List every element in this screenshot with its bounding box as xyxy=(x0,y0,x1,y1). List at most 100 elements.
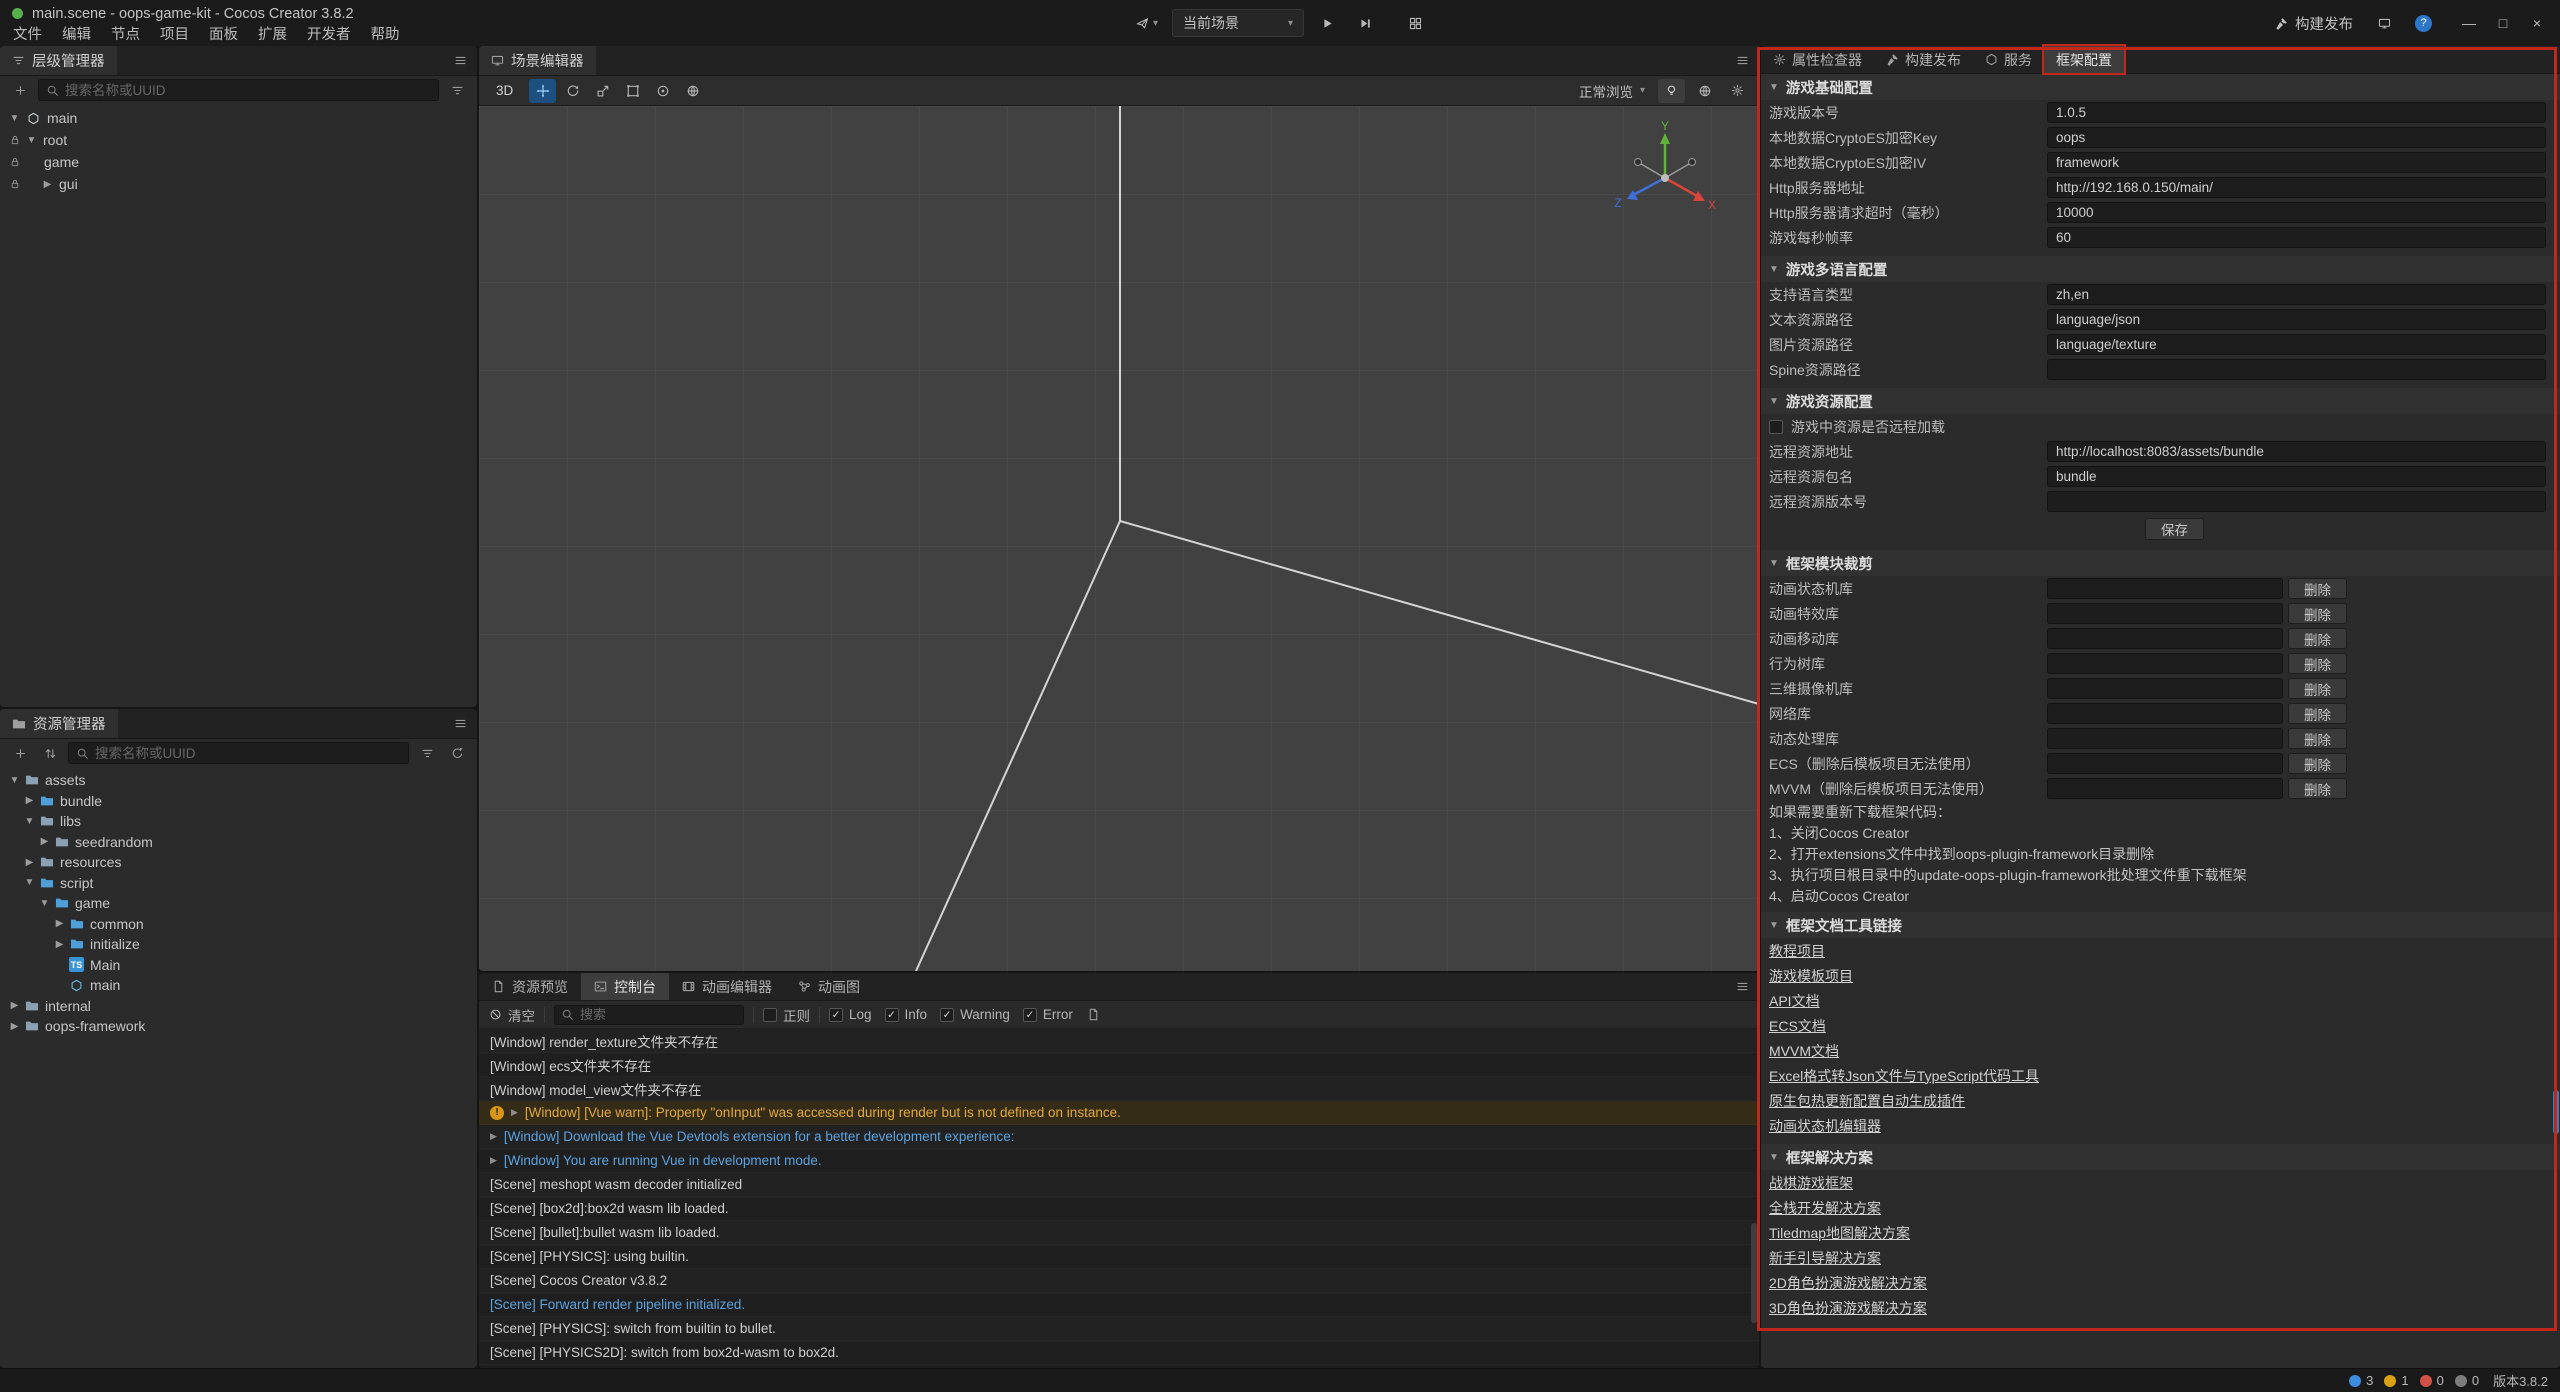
console-log-row[interactable]: [Scene] [PHYSICS]: using builtin. xyxy=(479,1245,1759,1269)
inspector-tab-构建发布[interactable]: 构建发布 xyxy=(1874,46,1973,73)
asset-node-seedrandom[interactable]: ▶seedrandom xyxy=(0,832,477,853)
checkbox[interactable]: ✓ xyxy=(829,1008,843,1022)
filter-Warning[interactable]: ✓Warning xyxy=(940,1007,1010,1022)
checkbox[interactable]: ✓ xyxy=(1023,1008,1037,1022)
property-input-远程资源地址[interactable] xyxy=(2047,441,2546,462)
link-教程项目[interactable]: 教程项目 xyxy=(1769,941,1825,961)
status-count-warning[interactable]: 1 xyxy=(2384,1373,2408,1388)
link-Tiledmap地图解决方案[interactable]: Tiledmap地图解决方案 xyxy=(1769,1223,1910,1243)
property-input-远程资源包名[interactable] xyxy=(2047,466,2546,487)
hierarchy-node-gui[interactable]: ▶gui xyxy=(0,173,477,195)
layout-button[interactable] xyxy=(2369,9,2399,37)
section-header[interactable]: ▼框架文档工具链接 xyxy=(1761,912,2560,938)
link-3D角色扮演游戏解决方案[interactable]: 3D角色扮演游戏解决方案 xyxy=(1769,1298,1927,1318)
asset-node-internal[interactable]: ▶internal xyxy=(0,996,477,1017)
console-log-row[interactable]: [Scene] [box2d]:box2d wasm lib loaded. xyxy=(479,1197,1759,1221)
console-log-row[interactable]: ▶[Window] You are running Vue in develop… xyxy=(479,1149,1759,1173)
console-search[interactable] xyxy=(554,1005,744,1025)
console-tab-资源预览[interactable]: 资源预览 xyxy=(479,973,581,1000)
inspector-tab-服务[interactable]: 服务 xyxy=(1973,46,2044,73)
lock-icon[interactable] xyxy=(5,134,24,146)
asset-node-common[interactable]: ▶common xyxy=(0,914,477,935)
property-input-文本资源路径[interactable] xyxy=(2047,309,2546,330)
expand-chevron-icon[interactable]: ▶ xyxy=(490,1155,497,1166)
regex-toggle[interactable]: 正则 xyxy=(763,1005,810,1025)
chevron-right-icon[interactable]: ▶ xyxy=(52,939,67,950)
section-header[interactable]: ▼框架模块裁剪 xyxy=(1761,550,2560,576)
link-ECS文档[interactable]: ECS文档 xyxy=(1769,1016,1826,1036)
property-input-Spine资源路径[interactable] xyxy=(2047,359,2546,380)
status-count-error[interactable]: 0 xyxy=(2420,1373,2444,1388)
hierarchy-search-input[interactable] xyxy=(65,83,431,98)
gear-button[interactable] xyxy=(1724,79,1751,103)
console-log-row[interactable]: [Window] ecs文件夹不存在 xyxy=(479,1053,1759,1077)
orientation-gizmo[interactable]: Y X Z xyxy=(1605,120,1725,230)
property-input-Http服务器请求超时（毫秒）[interactable] xyxy=(2047,202,2546,223)
delete-button[interactable]: 删除 xyxy=(2288,603,2347,624)
refresh-assets-button[interactable] xyxy=(445,742,469,764)
asset-node-bundle[interactable]: ▶bundle xyxy=(0,791,477,812)
expand-chevron-icon[interactable]: ▶ xyxy=(511,1107,518,1118)
add-asset-button[interactable] xyxy=(8,742,32,764)
console-log-row[interactable]: [Scene] [PHYSICS2D]: switch from box2d-w… xyxy=(479,1341,1759,1365)
close-button[interactable]: × xyxy=(2522,9,2552,37)
move-tool-button[interactable] xyxy=(529,79,556,103)
panel-menu-button[interactable] xyxy=(443,709,477,738)
module-path-input[interactable] xyxy=(2047,703,2283,724)
menu-文件[interactable]: 文件 xyxy=(3,24,52,46)
delete-button[interactable]: 删除 xyxy=(2288,628,2347,649)
module-path-input[interactable] xyxy=(2047,653,2283,674)
minimize-button[interactable]: — xyxy=(2454,9,2484,37)
scene-tab[interactable]: 场景编辑器 xyxy=(479,46,596,75)
lock-icon[interactable] xyxy=(5,178,24,190)
menu-节点[interactable]: 节点 xyxy=(101,24,150,46)
checkbox[interactable]: ✓ xyxy=(885,1008,899,1022)
filter-Error[interactable]: ✓Error xyxy=(1023,1007,1073,1022)
lock-icon[interactable] xyxy=(5,156,24,168)
module-path-input[interactable] xyxy=(2047,728,2283,749)
filter-Info[interactable]: ✓Info xyxy=(885,1007,928,1022)
delete-button[interactable]: 删除 xyxy=(2288,578,2347,599)
hierarchy-node-main[interactable]: ▼main xyxy=(0,107,477,129)
console-log-row[interactable]: [Window] model_view文件夹不存在 xyxy=(479,1077,1759,1101)
property-input-本地数据CryptoES加密Key[interactable] xyxy=(2047,127,2546,148)
chevron-right-icon[interactable]: ▶ xyxy=(22,795,37,806)
hierarchy-node-game[interactable]: game xyxy=(0,151,477,173)
chevron-down-icon[interactable]: ▼ xyxy=(37,898,52,909)
delete-button[interactable]: 删除 xyxy=(2288,728,2347,749)
console-log-row[interactable]: [Scene] Forward render pipeline initiali… xyxy=(479,1293,1759,1317)
pivot-tool-button[interactable] xyxy=(649,79,676,103)
hierarchy-tab[interactable]: 层级管理器 xyxy=(0,46,117,75)
menu-开发者[interactable]: 开发者 xyxy=(297,24,361,46)
rotate-tool-button[interactable] xyxy=(559,79,586,103)
link-新手引导解决方案[interactable]: 新手引导解决方案 xyxy=(1769,1248,1881,1268)
menu-编辑[interactable]: 编辑 xyxy=(52,24,101,46)
asset-node-script[interactable]: ▼script xyxy=(0,873,477,894)
expand-chevron-icon[interactable]: ▶ xyxy=(490,1131,497,1142)
hierarchy-filter-button[interactable] xyxy=(445,79,469,101)
property-input-图片资源路径[interactable] xyxy=(2047,334,2546,355)
asset-node-libs[interactable]: ▼libs xyxy=(0,811,477,832)
help-button[interactable]: ? xyxy=(2415,15,2432,32)
inspector-tab-属性检查器[interactable]: 属性检查器 xyxy=(1761,46,1874,73)
build-publish-button[interactable]: 构建发布 xyxy=(2275,13,2353,34)
link-2D角色扮演游戏解决方案[interactable]: 2D角色扮演游戏解决方案 xyxy=(1769,1273,1927,1293)
chevron-down-icon[interactable]: ▼ xyxy=(22,816,37,827)
menu-扩展[interactable]: 扩展 xyxy=(248,24,297,46)
hierarchy-node-root[interactable]: ▼root xyxy=(0,129,477,151)
link-MVVM文档[interactable]: MVVM文档 xyxy=(1769,1041,1839,1061)
console-log-row[interactable]: [Scene] meshopt wasm decoder initialized xyxy=(479,1173,1759,1197)
chevron-right-icon[interactable]: ▶ xyxy=(37,836,52,847)
world-button[interactable] xyxy=(1691,79,1718,103)
filter-Log[interactable]: ✓Log xyxy=(829,1007,872,1022)
play-button[interactable] xyxy=(1312,9,1342,37)
property-input-游戏版本号[interactable] xyxy=(2047,102,2546,123)
asset-node-game[interactable]: ▼game xyxy=(0,893,477,914)
asset-node-Main[interactable]: TSMain xyxy=(0,955,477,976)
scene-select-dropdown[interactable]: 当前场景 ▾ xyxy=(1172,9,1304,37)
clear-console-button[interactable]: 清空 xyxy=(489,1005,535,1025)
view-mode-dropdown[interactable]: 正常浏览 ▾ xyxy=(1575,81,1649,101)
property-input-游戏每秒帧率[interactable] xyxy=(2047,227,2546,248)
remote-load-checkbox[interactable] xyxy=(1769,420,1783,434)
console-scrollbar[interactable] xyxy=(1751,1223,1757,1323)
